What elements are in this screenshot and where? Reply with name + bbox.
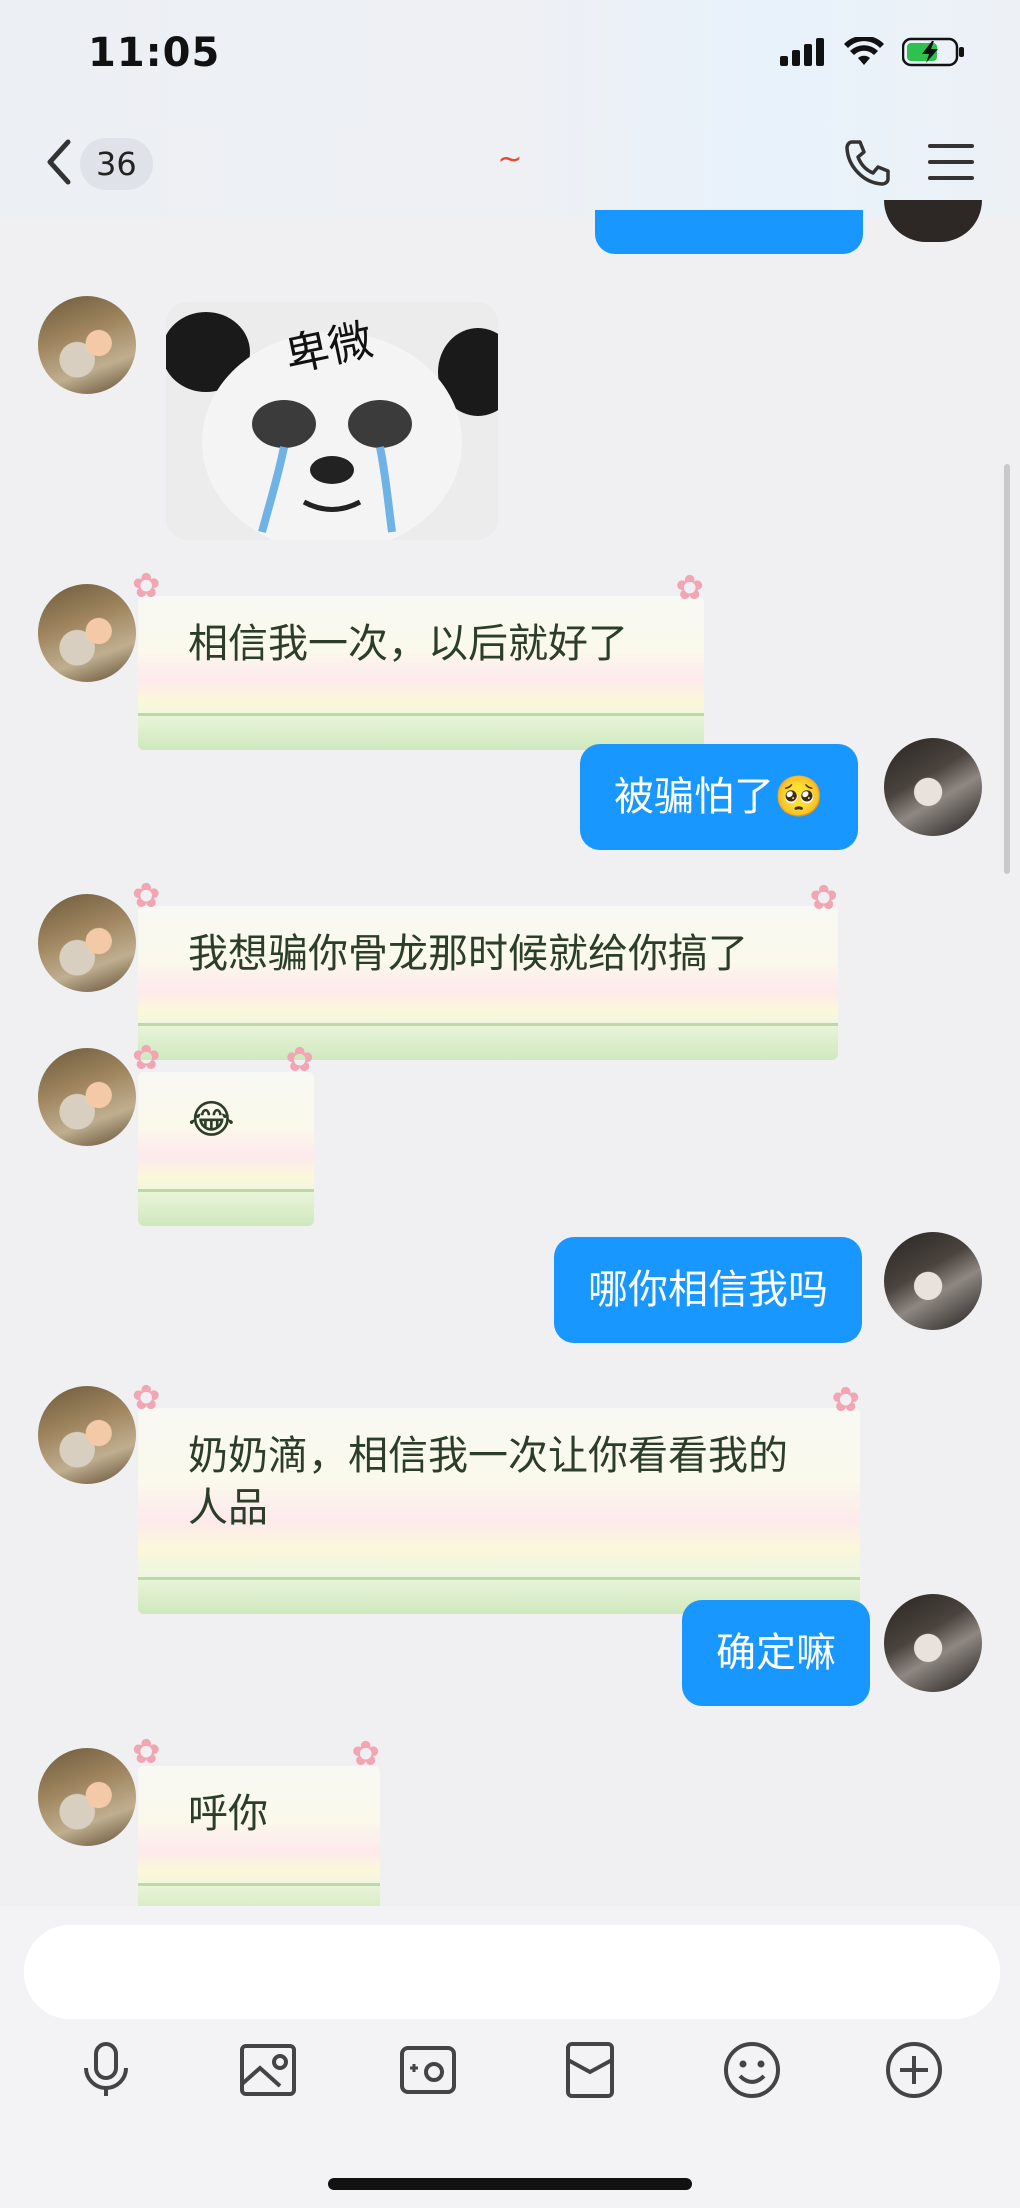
battery-icon — [902, 37, 964, 67]
image-icon[interactable] — [238, 2040, 298, 2100]
status-icons — [780, 36, 966, 68]
back-chevron-icon[interactable] — [40, 136, 80, 188]
my-avatar[interactable] — [884, 738, 982, 836]
partial-message-bubble — [595, 210, 863, 254]
phone-call-icon[interactable] — [840, 136, 894, 190]
camera-icon[interactable] — [398, 2040, 458, 2100]
friend-avatar[interactable] — [38, 584, 136, 682]
unread-count-badge[interactable]: 36 — [80, 138, 153, 190]
flower-decoration-icon: ✿ — [132, 876, 161, 916]
flower-decoration-icon: ✿ — [132, 1378, 161, 1418]
friend-message-bubble[interactable]: ✿ ✿ 我想骗你骨龙那时候就给你搞了 — [132, 876, 838, 1060]
friend-message-bubble[interactable]: ✿ ✿ 相信我一次，以后就好了 — [132, 566, 704, 750]
partial-avatar — [884, 200, 982, 242]
chat-title: ~ — [497, 142, 523, 177]
my-avatar[interactable] — [884, 1594, 982, 1692]
message-text: 相信我一次，以后就好了 — [188, 621, 628, 667]
message-text-line: 奶奶滴，相信我一次让你看看我的 — [188, 1433, 788, 1479]
wifi-icon — [844, 37, 884, 65]
status-time: 11:05 — [88, 30, 221, 76]
friend-avatar[interactable] — [38, 894, 136, 992]
my-message-bubble[interactable]: 被骗怕了🥺 — [580, 744, 858, 850]
message-input[interactable] — [24, 1925, 1000, 2019]
menu-icon[interactable] — [926, 138, 976, 186]
message-text: 被骗怕了🥺 — [614, 774, 824, 820]
message-text: 呼你 — [188, 1791, 268, 1837]
message-text: 我想骗你骨龙那时候就给你搞了 — [188, 931, 748, 977]
message-text: 确定嘛 — [716, 1630, 836, 1676]
red-packet-icon[interactable] — [560, 2040, 620, 2100]
flower-decoration-icon: ✿ — [132, 1732, 161, 1772]
friend-message-bubble[interactable]: ✿ ✿ 😂 — [132, 1038, 314, 1226]
message-text-line: 人品 — [188, 1485, 268, 1531]
friend-avatar[interactable] — [38, 1048, 136, 1146]
sticker-message[interactable]: 卑微 — [166, 302, 498, 540]
emoji-icon[interactable] — [722, 2040, 782, 2100]
message-text: 😂 — [188, 1097, 235, 1143]
flower-decoration-icon: ✿ — [285, 1040, 315, 1080]
home-indicator — [328, 2178, 692, 2190]
friend-message-bubble[interactable]: ✿ ✿ 呼你 — [132, 1732, 380, 1920]
flower-decoration-icon: ✿ — [809, 878, 839, 918]
signal-icon — [780, 38, 824, 66]
scrollbar[interactable] — [1004, 464, 1010, 874]
plus-icon[interactable] — [884, 2040, 944, 2100]
flower-decoration-icon: ✿ — [675, 568, 705, 608]
friend-message-bubble[interactable]: ✿ ✿ 奶奶滴，相信我一次让你看看我的 人品 — [132, 1378, 860, 1614]
message-text: 哪你相信我吗 — [588, 1267, 828, 1313]
microphone-icon[interactable] — [76, 2040, 136, 2100]
friend-avatar[interactable] — [38, 1748, 136, 1846]
friend-avatar[interactable] — [38, 1386, 136, 1484]
friend-avatar[interactable] — [38, 296, 136, 394]
my-message-bubble[interactable]: 哪你相信我吗 — [554, 1237, 862, 1343]
flower-decoration-icon: ✿ — [831, 1380, 861, 1420]
flower-decoration-icon: ✿ — [132, 1038, 161, 1078]
my-avatar[interactable] — [884, 1232, 982, 1330]
flower-decoration-icon: ✿ — [132, 566, 161, 606]
my-message-bubble[interactable]: 确定嘛 — [682, 1600, 870, 1706]
flower-decoration-icon: ✿ — [351, 1734, 381, 1774]
